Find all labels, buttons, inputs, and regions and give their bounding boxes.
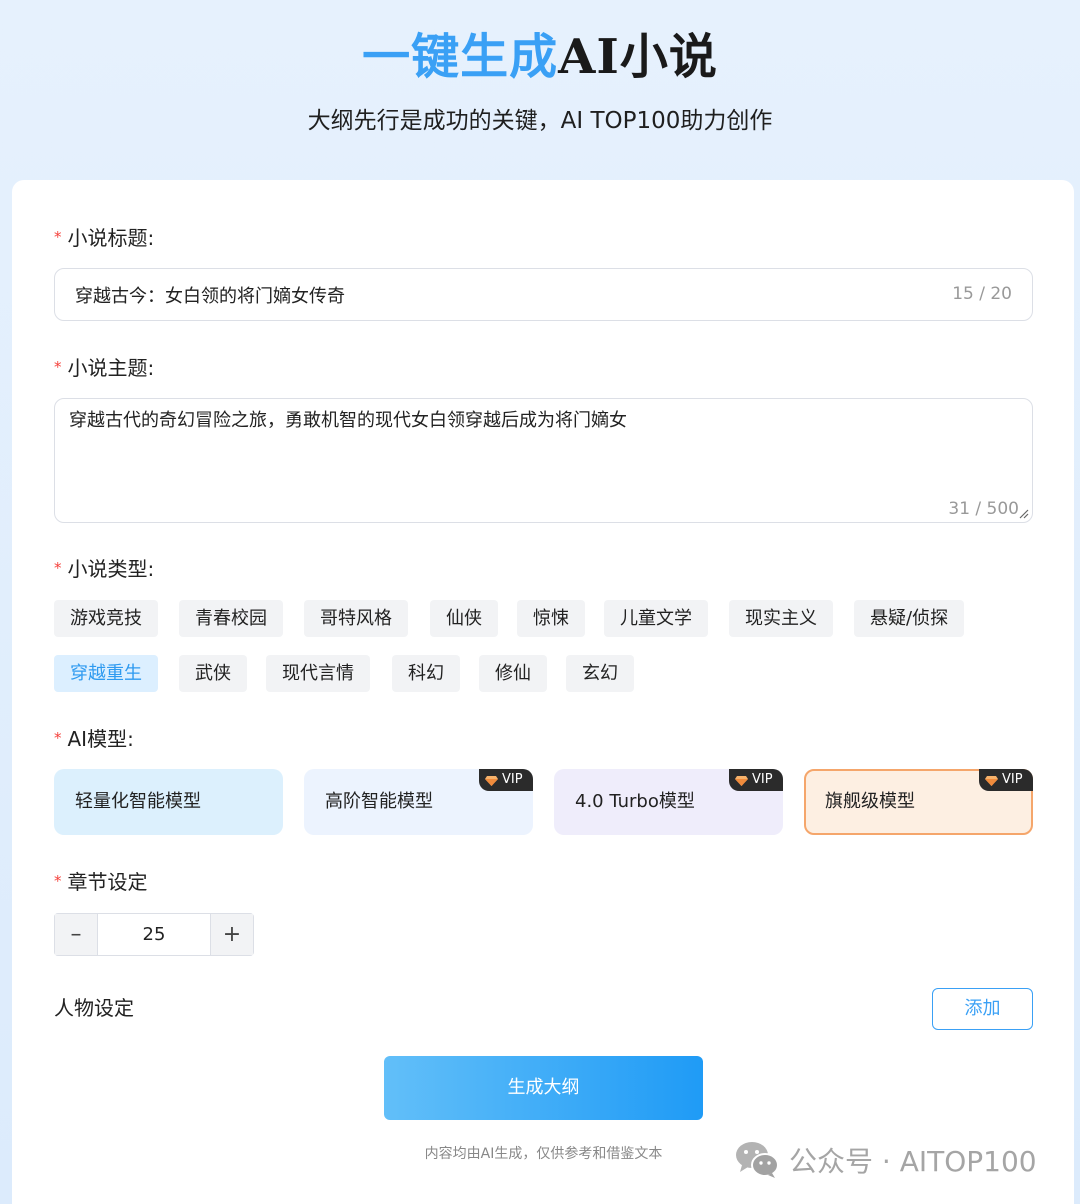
model-option-light[interactable]: 轻量化智能模型	[54, 769, 283, 835]
vip-badge: VIP	[479, 769, 533, 791]
vip-badge: VIP	[729, 769, 783, 791]
chapter-stepper: – 25 +	[54, 913, 254, 956]
genre-tag[interactable]: 武侠	[179, 655, 247, 692]
character-field-label: 人物设定	[54, 996, 134, 1020]
page-title-main: AI小说	[558, 29, 718, 85]
chapter-field-label: * 章节设定	[54, 870, 148, 894]
page-subtitle: 大纲先行是成功的关键，AI TOP100助力创作	[307, 108, 773, 134]
model-option-label: 4.0 Turbo模型	[575, 791, 695, 812]
model-option-turbo[interactable]: 4.0 Turbo模型 VIP	[554, 769, 783, 835]
hero-header: 一键生成AI小说 大纲先行是成功的关键，AI TOP100助力创作	[0, 0, 1080, 180]
generate-outline-button[interactable]: 生成大纲	[384, 1056, 703, 1120]
model-option-flagship-selected[interactable]: 旗舰级模型 VIP	[804, 769, 1033, 835]
required-mark: *	[54, 228, 62, 246]
model-option-advanced[interactable]: 高阶智能模型 VIP	[304, 769, 533, 835]
page-title-highlight: 一键生成	[362, 29, 559, 85]
required-mark: *	[54, 872, 62, 890]
genre-tag[interactable]: 游戏竞技	[54, 600, 158, 637]
diamond-icon	[735, 775, 748, 786]
vip-badge: VIP	[979, 769, 1033, 791]
novel-title-input[interactable]: 穿越古今：女白领的将门嫡女传奇 15 / 20	[54, 268, 1033, 321]
model-field-label: * AI模型:	[54, 727, 134, 751]
genre-tag[interactable]: 玄幻	[566, 655, 634, 692]
genre-tag[interactable]: 现实主义	[729, 600, 833, 637]
model-option-label: 轻量化智能模型	[75, 791, 201, 812]
genre-tag-selected[interactable]: 穿越重生	[54, 655, 158, 692]
increment-button[interactable]: +	[210, 914, 253, 955]
wechat-icon	[736, 1142, 779, 1178]
chapter-count-input[interactable]: 25	[98, 914, 210, 955]
title-field-label: * 小说标题:	[54, 226, 155, 250]
diamond-icon	[985, 775, 998, 786]
genre-tag[interactable]: 科幻	[392, 655, 460, 692]
model-option-label: 旗舰级模型	[825, 791, 915, 812]
novel-title-value[interactable]: 穿越古今：女白领的将门嫡女传奇	[75, 282, 345, 308]
genre-tag[interactable]: 悬疑/侦探	[854, 600, 965, 637]
resize-grip-icon[interactable]	[1019, 509, 1029, 519]
novel-theme-value[interactable]: 穿越古代的奇幻冒险之旅，勇敢机智的现代女白领穿越后成为将门嫡女	[69, 406, 627, 432]
novel-theme-textarea[interactable]: 穿越古代的奇幻冒险之旅，勇敢机智的现代女白领穿越后成为将门嫡女 31 / 500	[54, 398, 1033, 523]
diamond-icon	[485, 775, 498, 786]
genre-tag[interactable]: 仙侠	[430, 600, 498, 637]
genre-tag[interactable]: 惊悚	[517, 600, 585, 637]
theme-field-label: * 小说主题:	[54, 356, 155, 380]
genre-field-label: * 小说类型:	[54, 557, 155, 581]
required-mark: *	[54, 559, 62, 577]
watermark: 公众号 · AITOP100	[735, 1140, 1037, 1180]
decrement-button[interactable]: –	[55, 914, 98, 955]
watermark-text: 公众号 · AITOP100	[789, 1145, 1037, 1178]
theme-char-counter: 31 / 500	[948, 499, 1019, 519]
genre-tag[interactable]: 修仙	[479, 655, 547, 692]
form-card: * 小说标题: 穿越古今：女白领的将门嫡女传奇 15 / 20 * 小说主题: 穿越…	[12, 180, 1074, 1204]
model-option-label: 高阶智能模型	[325, 791, 433, 812]
genre-tag[interactable]: 现代言情	[266, 655, 370, 692]
genre-tag[interactable]: 儿童文学	[604, 600, 708, 637]
ai-disclaimer: 内容均由AI生成，仅供参考和借鉴文本	[424, 1146, 663, 1162]
genre-tag[interactable]: 哥特风格	[304, 600, 408, 637]
required-mark: *	[54, 358, 62, 376]
required-mark: *	[54, 729, 62, 747]
genre-tag[interactable]: 青春校园	[179, 600, 283, 637]
title-char-counter: 15 / 20	[952, 284, 1012, 304]
add-character-button[interactable]: 添加	[932, 988, 1033, 1030]
page-title: 一键生成AI小说	[0, 26, 1080, 88]
